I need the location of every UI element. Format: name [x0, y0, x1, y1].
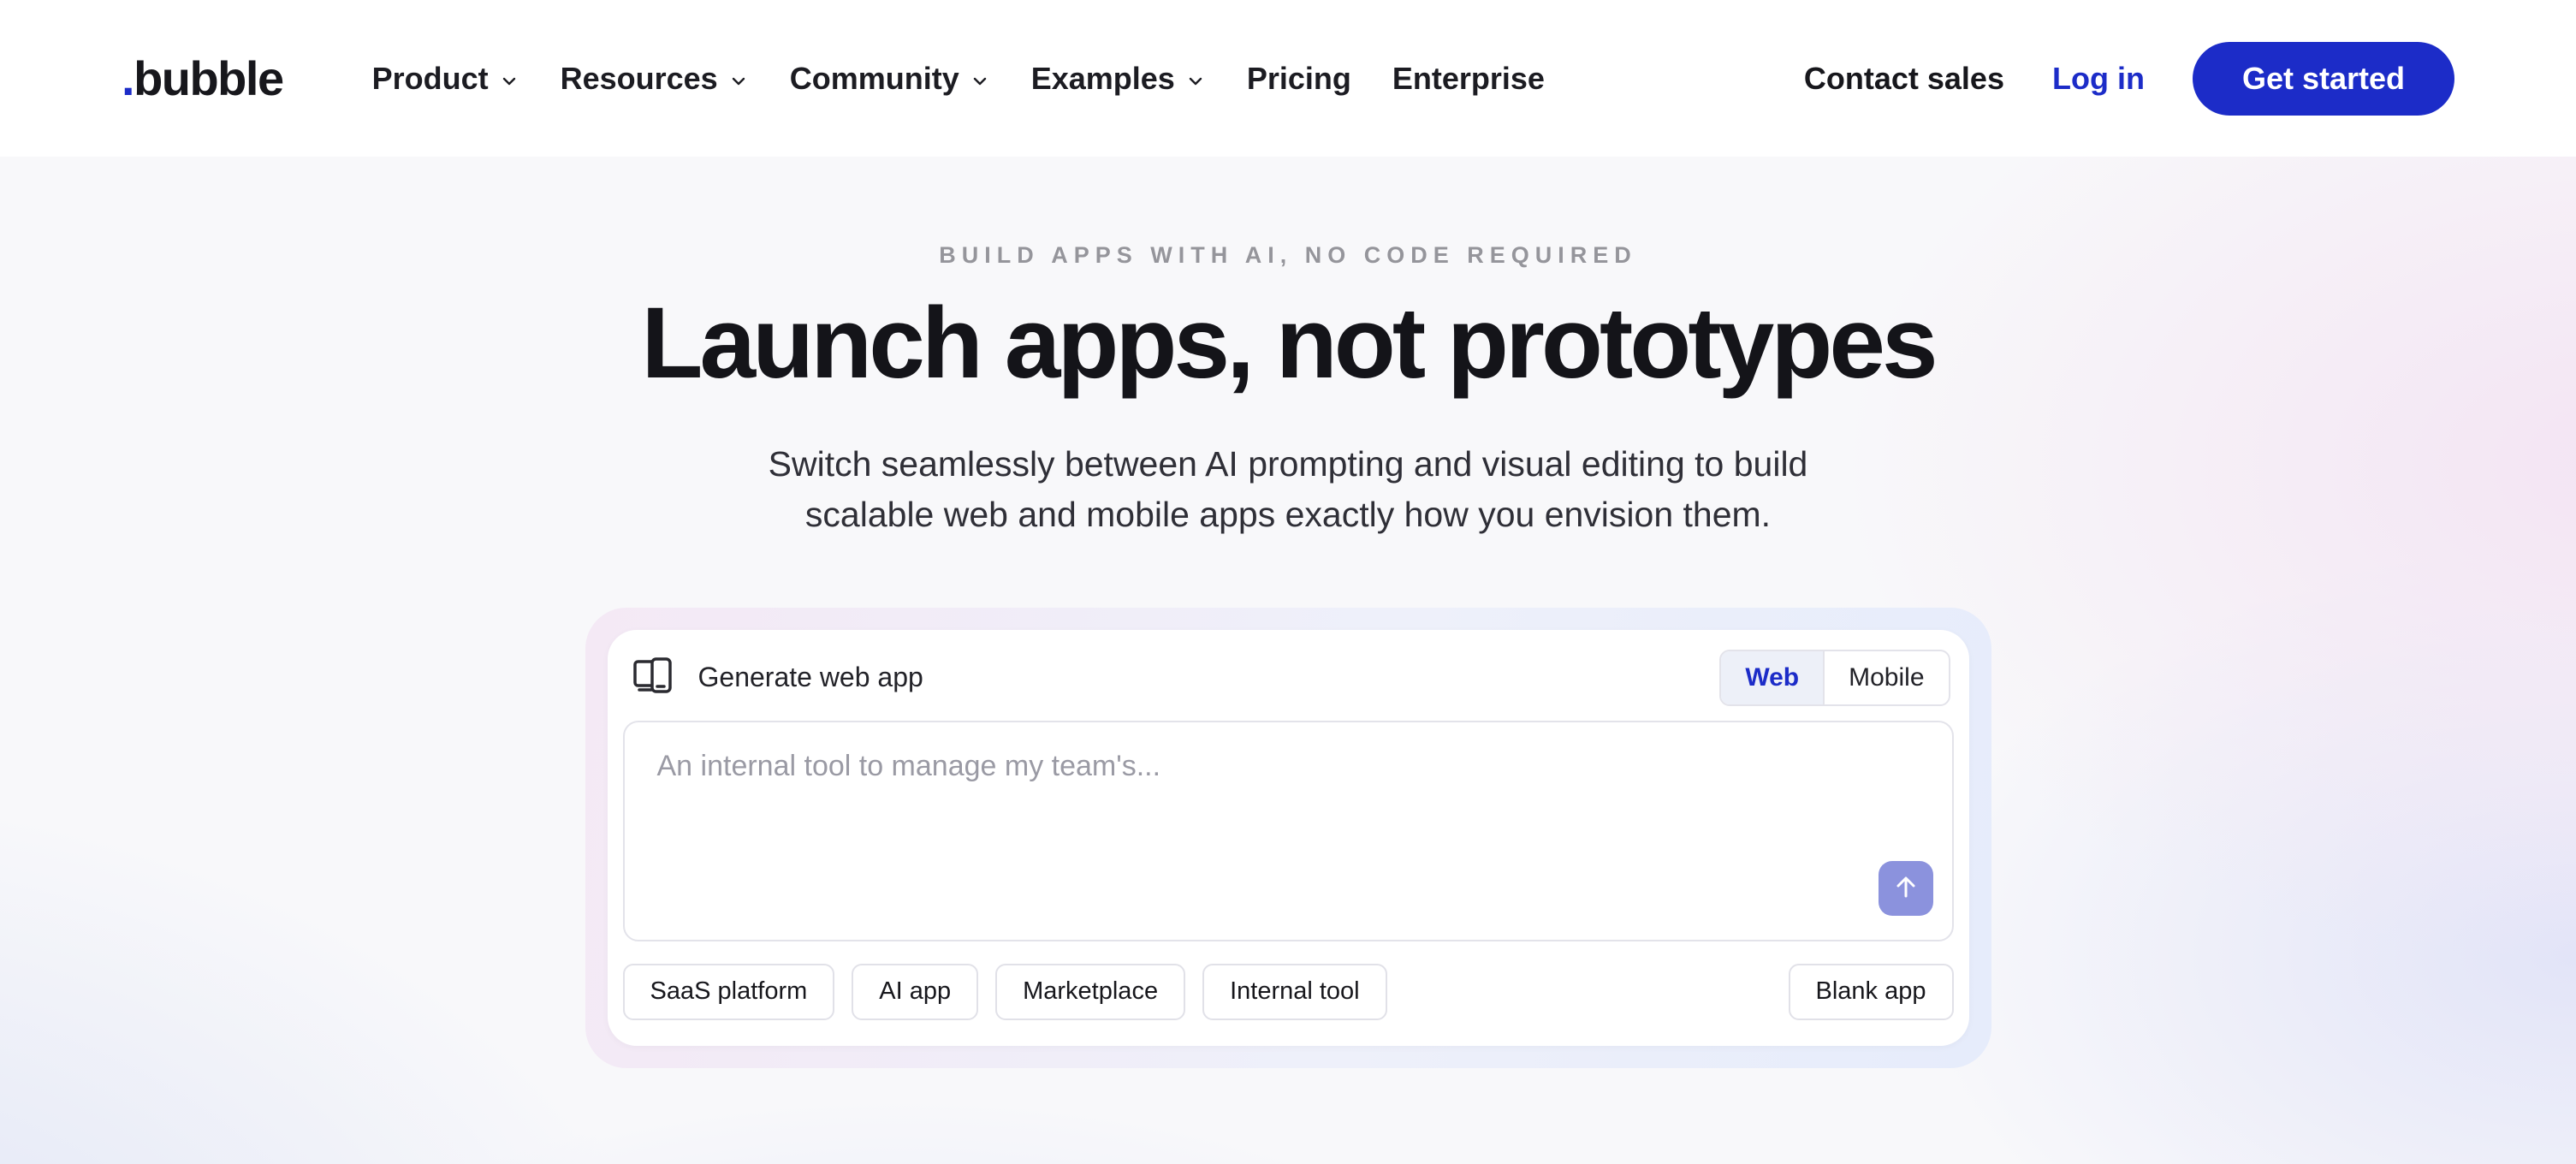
nav-item-product[interactable]: Product: [372, 61, 519, 97]
nav-item-label: Examples: [1031, 61, 1175, 97]
chip-saas-platform[interactable]: SaaS platform: [623, 964, 835, 1020]
arrow-up-icon: [1891, 872, 1920, 904]
chip-internal-tool[interactable]: Internal tool: [1202, 964, 1387, 1020]
nav-item-community[interactable]: Community: [790, 61, 990, 97]
prompt-input[interactable]: [623, 721, 1954, 941]
submit-prompt-button[interactable]: [1879, 861, 1933, 916]
bubble-logo[interactable]: .bubble: [122, 50, 283, 106]
hero-subtitle-line2: scalable web and mobile apps exactly how…: [0, 490, 2576, 540]
app-generator-inner: Generate web app Web Mobile: [608, 630, 1969, 1046]
generator-header: Generate web app Web Mobile: [623, 630, 1954, 721]
chip-marketplace[interactable]: Marketplace: [995, 964, 1185, 1020]
nav-item-examples[interactable]: Examples: [1031, 61, 1206, 97]
hero-subtitle: Switch seamlessly between AI prompting a…: [0, 439, 2576, 541]
chip-ai-app[interactable]: AI app: [852, 964, 978, 1020]
chevron-down-icon: [499, 70, 519, 91]
chevron-down-icon: [1185, 70, 1206, 91]
nav-item-label: Enterprise: [1392, 61, 1545, 97]
bubble-homepage: .bubble Product Resources Community: [0, 0, 2576, 1164]
nav-item-resources[interactable]: Resources: [561, 61, 749, 97]
hero-subtitle-line1: Switch seamlessly between AI prompting a…: [0, 439, 2576, 490]
toggle-option-web[interactable]: Web: [1721, 651, 1823, 704]
top-navigation: .bubble Product Resources Community: [0, 0, 2576, 157]
nav-item-label: Pricing: [1247, 61, 1351, 97]
hero-eyebrow: BUILD APPS WITH AI, NO CODE REQUIRED: [0, 242, 2576, 269]
get-started-button[interactable]: Get started: [2193, 42, 2454, 116]
nav-item-pricing[interactable]: Pricing: [1247, 61, 1351, 97]
nav-item-label: Product: [372, 61, 489, 97]
hero-section: BUILD APPS WITH AI, NO CODE REQUIRED Lau…: [0, 242, 2576, 1068]
generator-title: Generate web app: [698, 662, 923, 693]
page-title: Launch apps, not prototypes: [0, 291, 2576, 396]
nav-menu: Product Resources Community Examples: [372, 61, 1545, 97]
logo-text: bubble: [134, 50, 283, 106]
contact-sales-link[interactable]: Contact sales: [1804, 61, 2004, 97]
device-toggle: Web Mobile: [1719, 650, 1950, 706]
suggestion-chips: SaaS platform AI app Marketplace Interna…: [623, 941, 1954, 1046]
nav-item-label: Resources: [561, 61, 718, 97]
toggle-option-mobile[interactable]: Mobile: [1823, 651, 1948, 704]
chevron-down-icon: [970, 70, 990, 91]
nav-item-enterprise[interactable]: Enterprise: [1392, 61, 1545, 97]
devices-icon: [628, 651, 678, 704]
nav-item-label: Community: [790, 61, 959, 97]
chip-blank-app[interactable]: Blank app: [1789, 964, 1954, 1020]
app-generator-card: Generate web app Web Mobile: [585, 608, 1991, 1068]
login-link[interactable]: Log in: [2052, 61, 2145, 97]
nav-actions: Contact sales Log in Get started: [1804, 42, 2454, 116]
logo-dot: .: [122, 50, 134, 106]
chevron-down-icon: [728, 70, 749, 91]
prompt-area: [623, 721, 1954, 941]
